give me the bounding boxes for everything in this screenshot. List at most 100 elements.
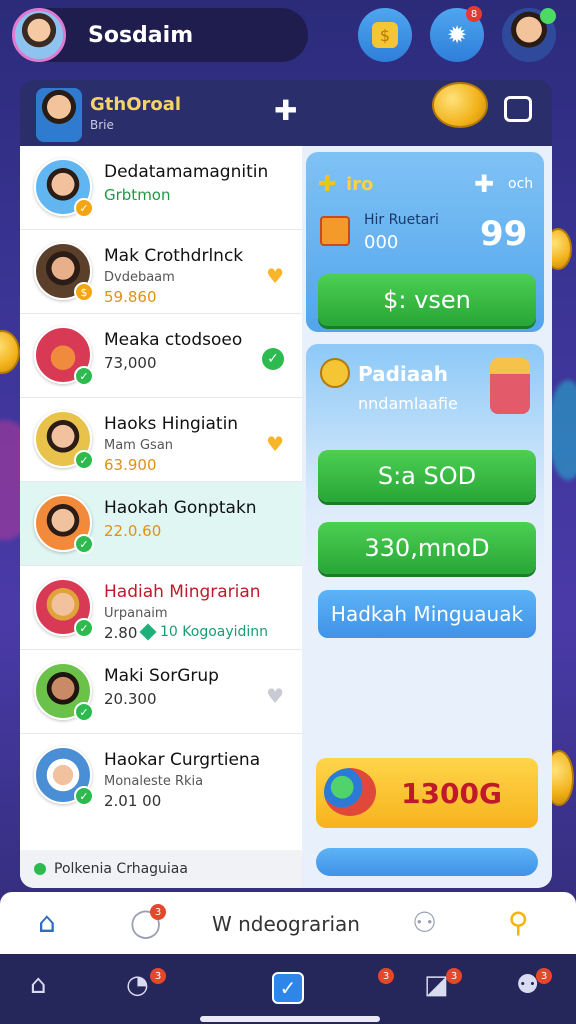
home-icon[interactable]: ⌂ bbox=[30, 970, 47, 1000]
menu-icon[interactable] bbox=[504, 96, 532, 122]
list-item-value: 20.300 bbox=[104, 690, 157, 708]
robot-mascot-icon bbox=[490, 358, 530, 414]
status-badge: ✓ bbox=[74, 702, 94, 722]
message-icon[interactable]: ◪ bbox=[424, 970, 449, 1000]
card-big-value: 99 bbox=[480, 214, 528, 254]
list-item-subtitle: Mam Gsan bbox=[104, 438, 174, 453]
list-item-extra: 10 Kogoayidinn bbox=[160, 624, 269, 640]
notification-badge: 3 bbox=[150, 968, 166, 984]
check-circle-icon[interactable]: ✓ bbox=[262, 348, 284, 370]
gift-card-subtitle: nndamlaafie bbox=[358, 394, 458, 413]
puzzle-icon[interactable]: ✚ bbox=[274, 94, 297, 127]
online-status-icon bbox=[34, 863, 46, 875]
heart-icon[interactable]: ♥ bbox=[266, 264, 284, 288]
coin-decoration-left bbox=[0, 330, 20, 374]
list-item[interactable]: ✓ Haokar Curgrtiena Monaleste Rkia 2.01 … bbox=[20, 734, 302, 818]
heart-icon[interactable]: ♥ bbox=[266, 684, 284, 708]
list-item-value: Grbtmon bbox=[104, 186, 171, 204]
list-item-title: Hadiah Mingrarian bbox=[104, 582, 261, 602]
reward-list: ✓ Dedatamamagnitin Grbtmon $ Mak Crothdr… bbox=[20, 146, 302, 888]
status-badge: ✓ bbox=[74, 366, 94, 386]
header-title: GthOroal bbox=[90, 94, 182, 115]
bottom-nav-label[interactable]: W ndeograrian bbox=[212, 912, 360, 936]
list-item-value: 63.900 bbox=[104, 456, 157, 474]
coins-button[interactable]: $ bbox=[358, 8, 412, 62]
status-badge: ✓ bbox=[74, 534, 94, 554]
background-glow-right bbox=[548, 380, 576, 480]
status-badge: ✓ bbox=[74, 786, 94, 806]
notification-badge: 3 bbox=[378, 968, 394, 984]
card-small-value: 000 bbox=[364, 232, 399, 253]
user-profile-pill[interactable]: Sosdaim bbox=[12, 8, 308, 62]
list-item-title: Haoks Hingiatin bbox=[104, 414, 239, 434]
header-subtitle: Brie bbox=[90, 118, 114, 132]
home-indicator bbox=[200, 1016, 380, 1022]
list-item-title: Dedatamamagnitin bbox=[104, 162, 269, 182]
card-top-right-label: och bbox=[508, 176, 534, 192]
exchange-button[interactable]: 330,mnoD bbox=[318, 522, 536, 574]
bottom-navigation: ⌂ ◯ 3 W ndeograrian ⚇ ⚲ bbox=[0, 892, 576, 954]
list-item-value: 22.0.60 bbox=[104, 522, 162, 540]
list-item-subtitle: Monaleste Rkia bbox=[104, 774, 204, 789]
list-item-selected[interactable]: ✓ Haokah Gonptakn 22.0.60 bbox=[20, 482, 302, 566]
rewards-panel: ✚ iro ✚ och Hir Ruetari 000 99 $: vsen P… bbox=[302, 146, 552, 888]
top-bar: Sosdaim $ ✹ 8 bbox=[12, 6, 564, 64]
online-dot bbox=[540, 8, 556, 24]
puzzle-icon: ✚ bbox=[474, 170, 495, 198]
list-item-value: 2.80 bbox=[104, 624, 138, 642]
list-item-value: 73,000 bbox=[104, 354, 157, 372]
settings-badge: 8 bbox=[466, 6, 482, 22]
chat-icon[interactable]: ◔ bbox=[126, 970, 149, 1000]
username: Sosdaim bbox=[88, 22, 194, 48]
check-square-icon[interactable]: ✓ bbox=[272, 972, 304, 1004]
settings-button[interactable]: ✹ 8 bbox=[430, 6, 484, 62]
list-item[interactable]: ✓ Meaka ctodsoeo 73,000 ✓ bbox=[20, 314, 302, 398]
status-badge: $ bbox=[74, 282, 94, 302]
list-item-title: Mak Crothdrlnck bbox=[104, 246, 244, 266]
gift-icon: ✚ bbox=[318, 172, 337, 197]
list-item-title: Maki SorGrup bbox=[104, 666, 219, 686]
buy-button[interactable]: S:a SOD bbox=[318, 450, 536, 502]
list-item[interactable]: ✓ Maki SorGrup 20.300 ♥ bbox=[20, 650, 302, 734]
reward-card: ✚ iro ✚ och Hir Ruetari 000 99 $: vsen bbox=[306, 152, 544, 332]
progress-bar bbox=[316, 848, 538, 876]
notification-badge: 3 bbox=[446, 968, 462, 984]
system-navigation-bar: ⌂ ◔ 3 ✓ 3 ◪ 3 ⚉ 3 bbox=[0, 954, 576, 1024]
gift-card-title: Padiaah bbox=[358, 362, 449, 386]
gems-icon bbox=[324, 768, 376, 816]
coin-stack-icon bbox=[432, 82, 488, 128]
list-item[interactable]: ✓ Hadiah Mingrarian Urpanaim 2.80 10 Kog… bbox=[20, 566, 302, 650]
profile-icon[interactable]: ⚇ bbox=[412, 906, 437, 939]
list-item-title: Haokah Gonptakn bbox=[104, 498, 257, 518]
list-item-subtitle: Urpanaim bbox=[104, 606, 168, 621]
coin-icon: $ bbox=[372, 22, 398, 48]
status-badge: ✓ bbox=[74, 618, 94, 638]
redeem-button[interactable]: Hadkah Minguauak bbox=[318, 590, 536, 638]
notification-badge: 3 bbox=[536, 968, 552, 984]
list-item[interactable]: ✓ Haoks Hingiatin Mam Gsan 63.900 ♥ bbox=[20, 398, 302, 482]
list-footer-text: Polkenia Crhaguiaa bbox=[54, 861, 188, 877]
gift-box-icon bbox=[320, 216, 350, 246]
card-top-left-label: iro bbox=[346, 174, 374, 195]
list-footer: Polkenia Crhaguiaa bbox=[20, 850, 302, 888]
jackpot-value: 1300G bbox=[401, 776, 502, 810]
home-icon[interactable]: ⌂ bbox=[38, 906, 56, 939]
friend-avatar-button[interactable] bbox=[502, 8, 556, 62]
list-item-value: 59.860 bbox=[104, 288, 157, 306]
claim-button[interactable]: $: vsen bbox=[318, 274, 536, 326]
status-badge: ✓ bbox=[74, 198, 94, 218]
search-icon[interactable]: ⚲ bbox=[508, 906, 529, 939]
list-item[interactable]: $ Mak Crothdrlnck Dvdebaam 59.860 ♥ bbox=[20, 230, 302, 314]
list-item-title: Meaka ctodsoeo bbox=[104, 330, 243, 350]
list-item[interactable]: ✓ Dedatamamagnitin Grbtmon bbox=[20, 146, 302, 230]
heart-icon[interactable]: ♥ bbox=[266, 432, 284, 456]
gem-icon bbox=[139, 623, 157, 641]
list-item-subtitle: Dvdebaam bbox=[104, 270, 175, 285]
gear-icon: ✹ bbox=[446, 21, 468, 49]
coin-icon bbox=[320, 358, 350, 388]
jackpot-banner[interactable]: 1300G bbox=[316, 758, 538, 828]
user-avatar[interactable] bbox=[12, 8, 66, 62]
list-item-value: 2.01 00 bbox=[104, 792, 162, 810]
status-badge: ✓ bbox=[74, 450, 94, 470]
header-avatar bbox=[36, 88, 82, 142]
